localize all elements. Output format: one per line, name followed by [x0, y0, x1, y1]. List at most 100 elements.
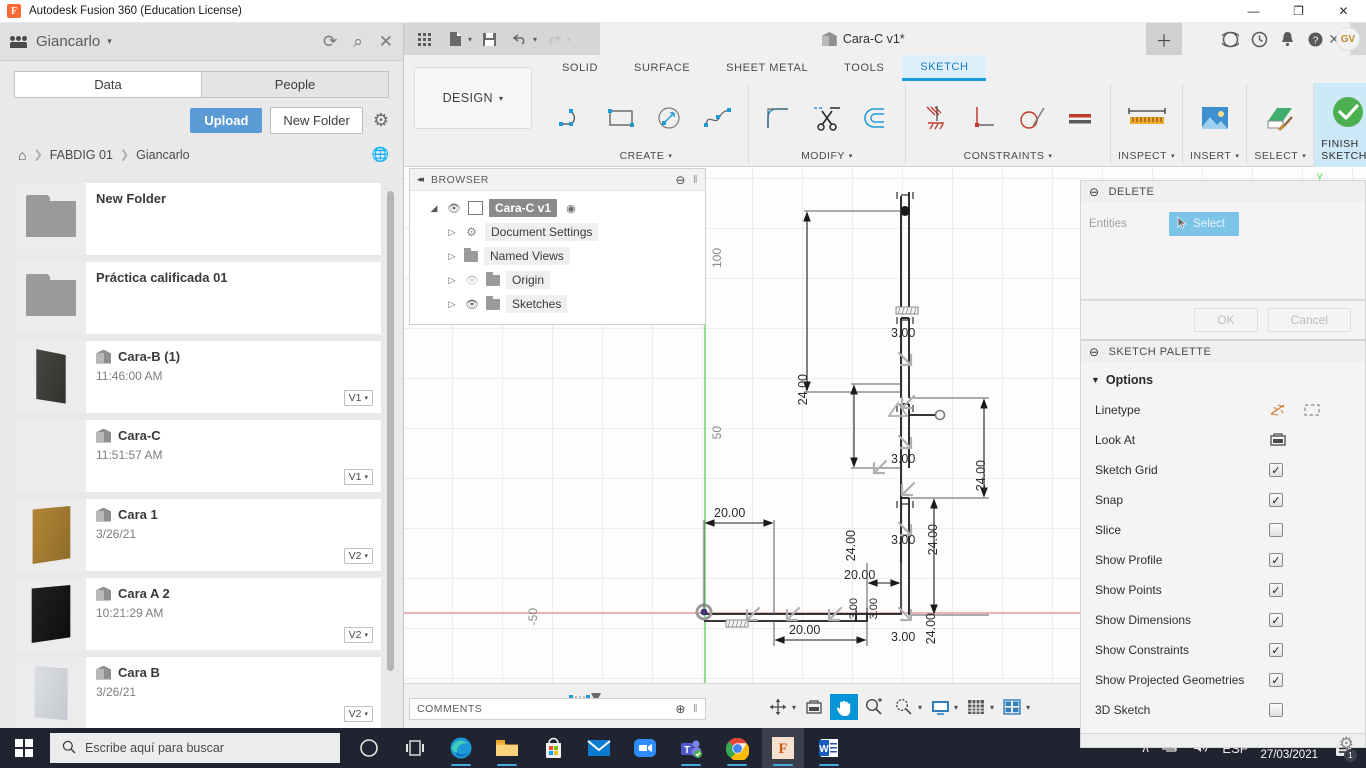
tab-sketch[interactable]: SKETCH	[902, 55, 986, 81]
version-badge[interactable]: V1 ▾	[344, 390, 373, 406]
chevron-down-icon[interactable]: ▾	[954, 703, 958, 712]
data-panel-scrollbar[interactable]	[387, 191, 394, 671]
minimize-panel-icon[interactable]: ⊖	[1089, 345, 1100, 359]
tab-data[interactable]: Data	[14, 71, 201, 98]
home-icon[interactable]: ⌂	[18, 147, 26, 163]
palette-row-show-constraints[interactable]: Show Constraints ✓	[1081, 635, 1365, 665]
maximize-button[interactable]: ❐	[1276, 0, 1321, 23]
dimension-label[interactable]: 24.00	[844, 530, 858, 561]
edge-icon[interactable]	[440, 728, 482, 768]
add-comment-icon[interactable]: ⊕	[675, 702, 686, 716]
ribbon-group-insert-label[interactable]: INSERT ▾	[1190, 150, 1239, 167]
hub-name[interactable]: Giancarlo	[36, 33, 100, 50]
cancel-button[interactable]: Cancel	[1268, 308, 1351, 332]
zoom-window-icon[interactable]	[892, 695, 916, 719]
palette-row-slice[interactable]: Slice	[1081, 515, 1365, 545]
dimension-label[interactable]: 20.00	[789, 623, 820, 637]
ribbon-group-create-label[interactable]: CREATE ▾	[620, 150, 673, 167]
display-settings-icon[interactable]	[928, 695, 952, 719]
tree-node-origin[interactable]: ▷ 👁 Origin	[410, 268, 705, 292]
checkbox-show-projected-geometries[interactable]: ✓	[1269, 673, 1283, 687]
tab-surface[interactable]: SURFACE	[616, 55, 708, 81]
clock-icon[interactable]	[1251, 31, 1268, 48]
checkbox-show-profile[interactable]: ✓	[1269, 553, 1283, 567]
dimension-label[interactable]: 20.00	[844, 568, 875, 582]
list-item[interactable]: Cara A 2 10:21:29 AM V2 ▾	[16, 578, 381, 650]
upload-button[interactable]: Upload	[190, 108, 262, 133]
centerline-icon[interactable]	[1303, 402, 1321, 418]
equal-icon[interactable]	[1057, 96, 1103, 140]
trim-icon[interactable]	[804, 96, 850, 140]
dimension-label[interactable]: 3.00	[891, 630, 915, 644]
minimize-button[interactable]: —	[1231, 0, 1276, 23]
breadcrumb-item-project[interactable]: FABDIG 01	[50, 148, 113, 162]
microsoft-store-icon[interactable]	[532, 728, 574, 768]
close-button[interactable]: ✕	[1321, 0, 1366, 23]
list-item[interactable]: Cara-B (1) 11:46:00 AM V1 ▾	[16, 341, 381, 413]
chevron-down-icon[interactable]: ▾	[918, 703, 922, 712]
version-badge[interactable]: V2 ▾	[344, 548, 373, 564]
minimize-panel-icon[interactable]: ⊖	[1089, 185, 1100, 199]
cortana-icon[interactable]	[348, 728, 390, 768]
checkbox-3d-sketch[interactable]	[1269, 703, 1283, 717]
palette-row-3d-sketch[interactable]: 3D Sketch	[1081, 695, 1365, 725]
chrome-icon[interactable]	[716, 728, 758, 768]
arc-icon[interactable]	[551, 96, 597, 140]
nav-look-at[interactable]	[800, 694, 828, 720]
chevron-down-icon[interactable]: ▾	[990, 703, 994, 712]
comments-panel[interactable]: COMMENTS ⊕ ‖	[409, 698, 706, 720]
palette-row-sketch-grid[interactable]: Sketch Grid ✓	[1081, 455, 1365, 485]
version-badge[interactable]: V2 ▾	[344, 627, 373, 643]
checkbox-snap[interactable]: ✓	[1269, 493, 1283, 507]
palette-row-look-at[interactable]: Look At	[1081, 425, 1365, 455]
tree-node-root[interactable]: ◢ 👁 Cara-C v1 ◉	[410, 196, 705, 220]
gear-icon[interactable]: ⚙	[373, 110, 389, 131]
nav-zoom[interactable]	[860, 694, 888, 720]
list-item[interactable]: Práctica calificada 01	[16, 262, 381, 334]
measure-icon[interactable]	[1120, 96, 1174, 140]
new-folder-button[interactable]: New Folder	[270, 107, 362, 134]
checkbox-slice[interactable]	[1269, 523, 1283, 537]
dimension-label[interactable]: 24.00	[974, 460, 988, 491]
perpendicular-icon[interactable]	[961, 96, 1007, 140]
nav-display-settings[interactable]: ▾	[926, 694, 960, 720]
chevron-down-icon[interactable]: ▾	[468, 35, 472, 44]
workspace-switcher[interactable]: DESIGN ▾	[414, 67, 532, 129]
expand-twisty-icon[interactable]: ▷	[446, 251, 458, 262]
avatar[interactable]: GV	[1336, 27, 1360, 51]
orbit-pan-icon[interactable]	[766, 695, 790, 719]
search-icon[interactable]: ⌕	[353, 33, 363, 50]
nav-viewports[interactable]: ▾	[998, 694, 1032, 720]
palette-row-show-profile[interactable]: Show Profile ✓	[1081, 545, 1365, 575]
options-section-header[interactable]: ▼ Options	[1081, 368, 1365, 395]
bell-icon[interactable]	[1280, 31, 1295, 47]
file-explorer-icon[interactable]	[486, 728, 528, 768]
construction-line-icon[interactable]	[1269, 402, 1287, 418]
dimension-label[interactable]: 3.00	[891, 533, 915, 547]
visibility-eye-off-icon[interactable]: 👁	[464, 274, 480, 287]
minimize-panel-icon[interactable]: ⊖	[675, 173, 686, 187]
teams-icon[interactable]: T	[670, 728, 712, 768]
mail-icon[interactable]	[578, 728, 620, 768]
look-at-icon[interactable]	[1269, 432, 1287, 448]
circle-icon[interactable]	[647, 96, 693, 140]
ribbon-group-constraints-label[interactable]: CONSTRAINTS ▾	[964, 150, 1053, 167]
radio-indicator-icon[interactable]: ◉	[563, 202, 579, 215]
tree-node-named-views[interactable]: ▷ Named Views	[410, 244, 705, 268]
save-icon[interactable]	[475, 26, 503, 52]
zoom-icon[interactable]	[862, 695, 886, 719]
globe-icon[interactable]: 🌐	[372, 146, 389, 163]
insert-image-icon[interactable]	[1192, 96, 1238, 140]
palette-row-snap[interactable]: Snap ✓	[1081, 485, 1365, 515]
select-paint-icon[interactable]	[1257, 96, 1303, 140]
palette-row-show-projected[interactable]: Show Projected Geometries ✓	[1081, 665, 1365, 695]
tangent-icon[interactable]	[1009, 96, 1055, 140]
gear-icon[interactable]: ⚙	[1339, 734, 1354, 754]
palette-row-show-dimensions[interactable]: Show Dimensions ✓	[1081, 605, 1365, 635]
collapse-icon[interactable]: ◂◂	[417, 174, 422, 185]
viewports-icon[interactable]	[1000, 695, 1024, 719]
checkbox-show-dimensions[interactable]: ✓	[1269, 613, 1283, 627]
tab-sheet-metal[interactable]: SHEET METAL	[708, 55, 826, 81]
word-icon[interactable]: W	[808, 728, 850, 768]
app-grid-icon[interactable]	[410, 26, 438, 52]
